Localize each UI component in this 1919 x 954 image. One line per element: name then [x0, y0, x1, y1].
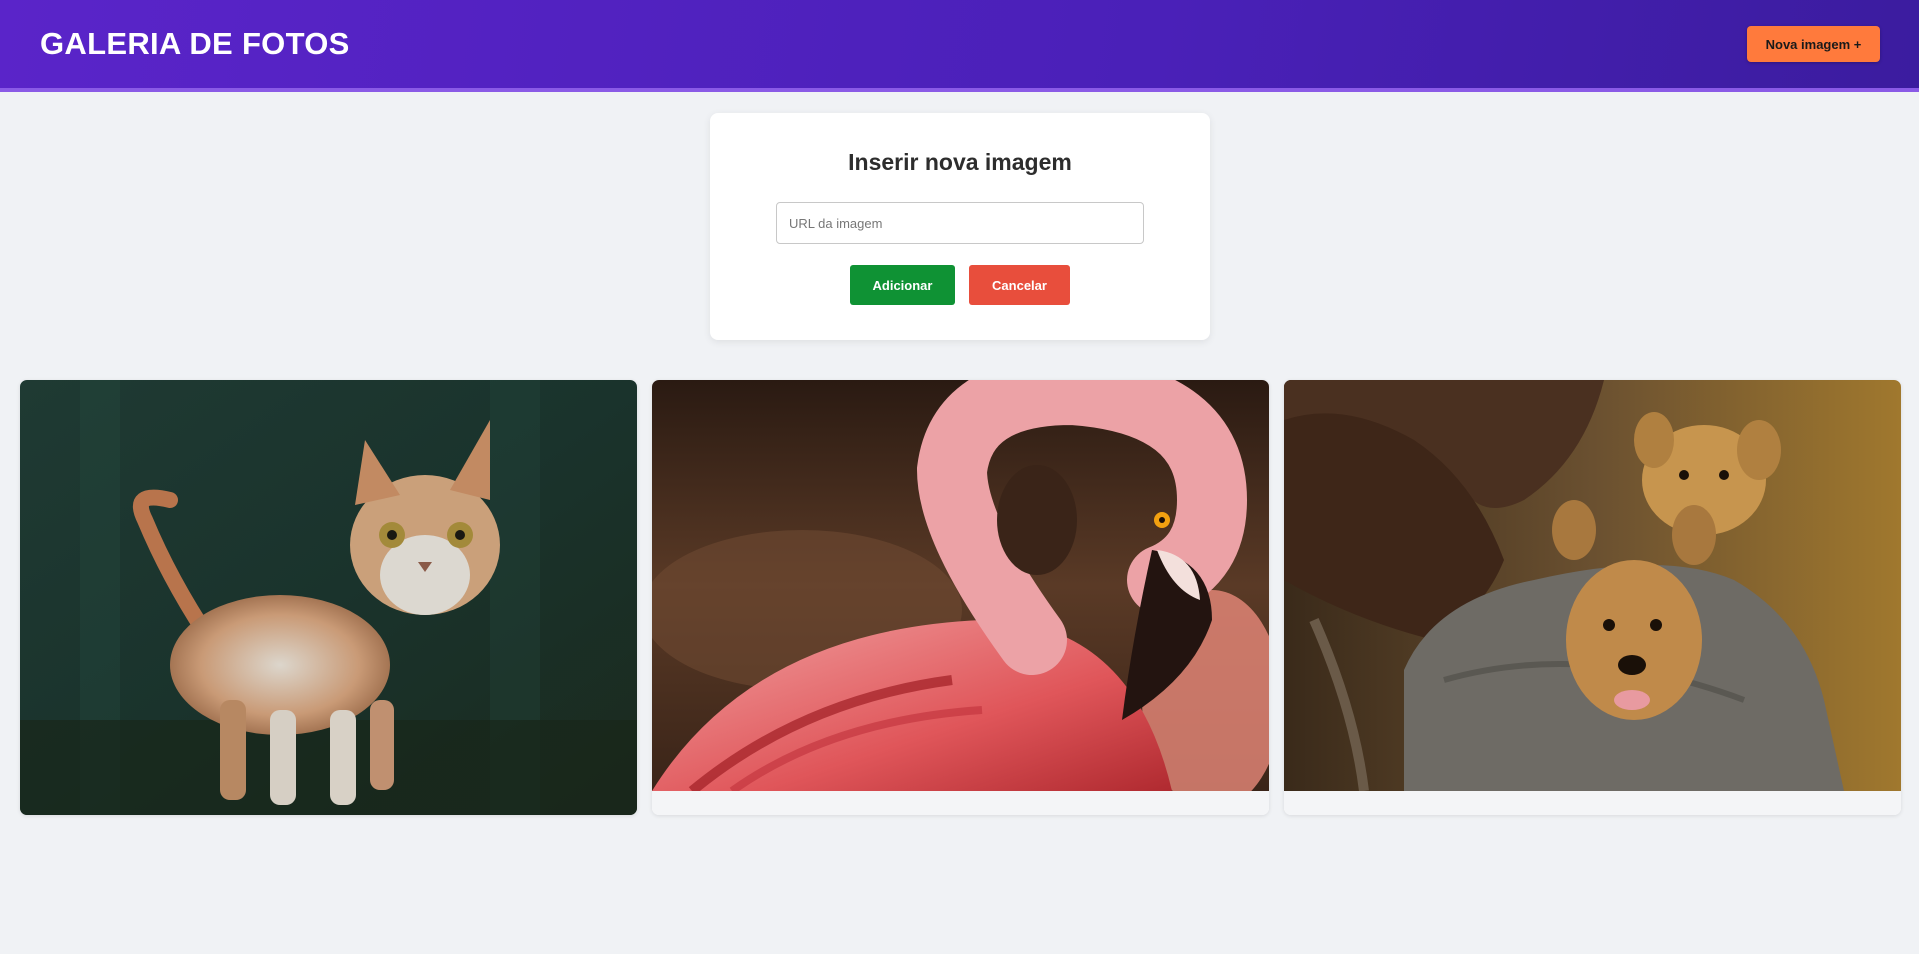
new-image-button[interactable]: Nova imagem +: [1747, 26, 1880, 62]
image-url-input[interactable]: [776, 202, 1144, 244]
gallery-card-cat[interactable]: [20, 380, 637, 815]
new-image-form: Inserir nova imagem Adicionar Cancelar: [710, 113, 1210, 340]
form-title: Inserir nova imagem: [848, 149, 1072, 175]
card-footer: [1284, 791, 1901, 815]
flamingo-photo: [652, 380, 1269, 791]
add-button[interactable]: Adicionar: [850, 265, 955, 305]
gallery-card-flamingo[interactable]: [652, 380, 1269, 815]
cancel-button[interactable]: Cancelar: [969, 265, 1070, 305]
card-footer: [652, 791, 1269, 815]
app-header: GALERIA DE FOTOS Nova imagem +: [0, 0, 1919, 92]
app-title: GALERIA DE FOTOS: [40, 26, 350, 61]
cat-photo: [20, 380, 637, 815]
puppies-photo: [1284, 380, 1901, 791]
gallery-card-puppies[interactable]: [1284, 380, 1901, 815]
